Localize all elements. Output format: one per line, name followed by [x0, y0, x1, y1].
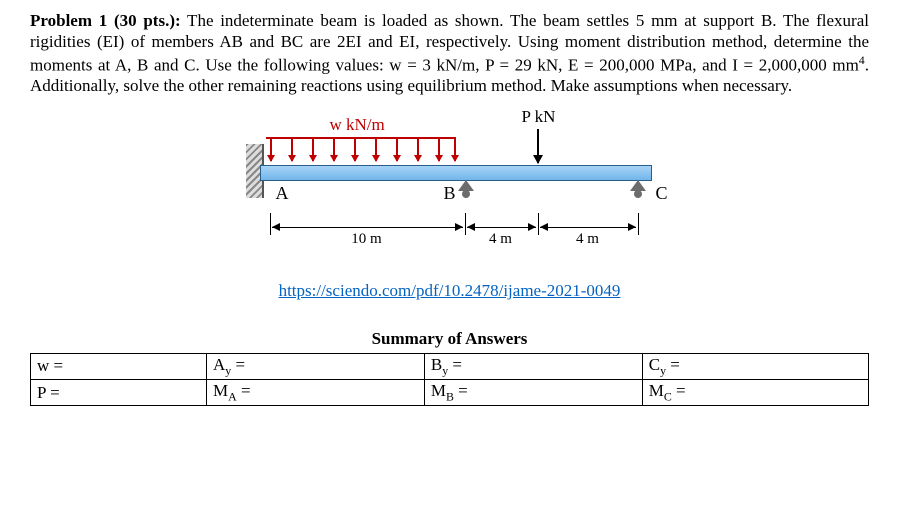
cell-w: w =: [31, 353, 207, 379]
roller-support-b-icon: [456, 180, 476, 198]
cell-mc: MC =: [642, 380, 868, 406]
answers-table: w = Ay = By = Cy = P = MA = MB = MC =: [30, 353, 869, 407]
dimension-pc: 4 m: [574, 231, 601, 248]
node-b-label: B: [444, 183, 456, 204]
problem-heading: Problem 1 (30 pts.):: [30, 11, 181, 30]
beam-figure-container: P kN w kN/m A B C: [30, 107, 869, 267]
dimension-ab: 10 m: [349, 231, 383, 248]
cell-cy: Cy =: [642, 353, 868, 379]
problem-statement: Problem 1 (30 pts.): The indeterminate b…: [30, 10, 869, 97]
reference-link[interactable]: https://sciendo.com/pdf/10.2478/ijame-20…: [279, 281, 621, 300]
point-load-arrow-icon: [537, 129, 539, 163]
distributed-load-arrow-icon: [396, 137, 398, 161]
reference-link-container: https://sciendo.com/pdf/10.2478/ijame-20…: [30, 281, 869, 301]
distributed-load-arrow-icon: [417, 137, 419, 161]
node-c-label: C: [656, 183, 668, 204]
roller-support-c-icon: [628, 180, 648, 198]
dimension-bp: 4 m: [487, 231, 514, 248]
cell-p: P =: [31, 380, 207, 406]
beam-figure: P kN w kN/m A B C: [230, 107, 670, 267]
table-row: w = Ay = By = Cy =: [31, 353, 869, 379]
node-a-label: A: [276, 183, 289, 204]
distributed-load-arrow-icon: [454, 137, 456, 161]
distributed-load-bar-icon: [266, 137, 456, 139]
distributed-load-arrow-icon: [312, 137, 314, 161]
distributed-load-arrow-icon: [270, 137, 272, 161]
cell-ay: Ay =: [206, 353, 424, 379]
table-row: P = MA = MB = MC =: [31, 380, 869, 406]
point-load-label: P kN: [522, 107, 556, 127]
distributed-load-arrow-icon: [354, 137, 356, 161]
dimension-line: 10 m 4 m 4 m: [270, 213, 650, 241]
cell-by: By =: [424, 353, 642, 379]
beam-icon: [260, 165, 652, 181]
cell-ma: MA =: [206, 380, 424, 406]
distributed-load-arrow-icon: [333, 137, 335, 161]
distributed-load-arrow-icon: [375, 137, 377, 161]
distributed-load-arrow-icon: [291, 137, 293, 161]
cell-mb: MB =: [424, 380, 642, 406]
distributed-load-arrow-icon: [438, 137, 440, 161]
summary-title: Summary of Answers: [30, 329, 869, 349]
distributed-load-label: w kN/m: [330, 115, 385, 135]
